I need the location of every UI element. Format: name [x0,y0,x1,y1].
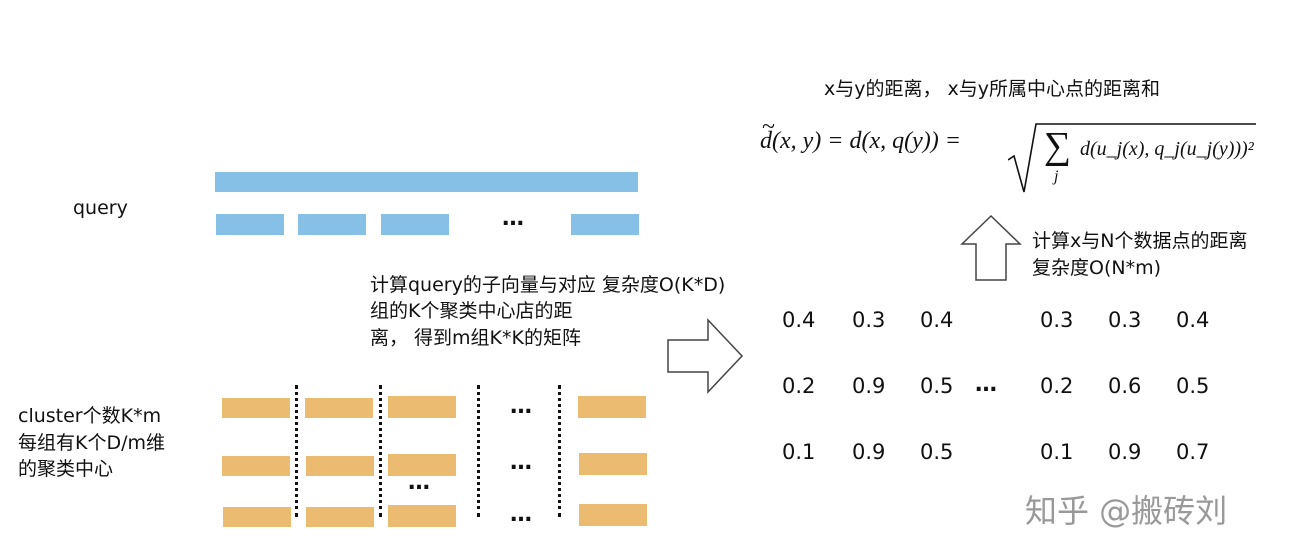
cluster-center [306,507,374,527]
sum-sign: ∑ [1044,125,1072,167]
group-divider [295,385,298,517]
top-caption: x与y的距离， x与y所属中心点的距离和 [824,78,1161,100]
cluster-center [222,456,290,476]
matrix-value: 0.9 [852,374,886,398]
group-divider [477,385,480,517]
cluster-center [388,396,456,418]
matrix-value: 0.4 [1176,308,1210,332]
tilde: ~ [762,114,775,140]
right-arrow-icon [667,318,744,394]
cluster-center [388,505,456,527]
formula-rhs: d(u_j(x), q_j(u_j(y)))² [1080,138,1254,160]
matrix-value: 0.4 [920,308,954,332]
matrix-value: 0.9 [1108,440,1142,464]
cluster-center [222,398,290,418]
query-label: query [73,197,128,219]
diagram: x与y的距离， x与y所属中心点的距离和 ~ d(x, y) = d(x, q(… [0,0,1298,556]
ellipsis: … [502,206,525,231]
ellipsis: … [975,372,998,397]
query-subvector [571,214,639,235]
cluster-text-3: 的聚类中心 [18,458,114,480]
matrix-value: 0.3 [1108,308,1142,332]
cluster-center [579,504,647,526]
matrix-value: 0.5 [920,440,954,464]
cluster-center [223,507,291,527]
matrix-value: 0.5 [1176,374,1210,398]
right-text-1: 计算x与N个数据点的距离 [1032,230,1248,252]
cluster-text-2: 每组有K个D/m维 [18,432,165,454]
group-divider [558,385,561,517]
query-subvector [381,214,449,235]
matrix-value: 0.2 [782,374,816,398]
ellipsis: … [510,450,533,475]
middle-text-2: 组的K个聚类中心店的距 [370,300,573,322]
cluster-center [305,398,373,418]
formula-lhs-text: d(x, y) = d(x, q(y)) = [760,128,961,154]
cluster-center [306,456,374,476]
cluster-center [578,396,646,418]
ellipsis: … [408,470,431,495]
middle-text-1: 计算query的子向量与对应 复杂度O(K*D) [370,274,726,296]
right-text-2: 复杂度O(N*m) [1032,257,1162,279]
matrix-value: 0.1 [782,440,816,464]
ellipsis: … [510,394,533,419]
matrix-value: 0.2 [1040,374,1074,398]
matrix-value: 0.3 [852,308,886,332]
matrix-value: 0.9 [852,440,886,464]
ellipsis: … [510,502,533,527]
up-arrow-icon [960,214,1022,281]
formula-lhs: ~ d(x, y) = d(x, q(y)) = [760,114,961,155]
watermark: 知乎 @搬砖刘 [1025,492,1228,530]
matrix-value: 0.6 [1108,374,1142,398]
matrix-value: 0.1 [1040,440,1074,464]
sum-index: j [1054,168,1059,185]
matrix-value: 0.7 [1176,440,1210,464]
cluster-text-1: cluster个数K*m [18,405,162,427]
query-subvector [298,214,366,235]
query-subvector [216,214,284,235]
matrix-value: 0.4 [782,308,816,332]
matrix-value: 0.3 [1040,308,1074,332]
query-vector [215,172,638,192]
middle-text-3: 离， 得到m组K*K的矩阵 [370,327,581,349]
group-divider [379,385,382,517]
cluster-center [579,453,647,475]
matrix-value: 0.5 [920,374,954,398]
